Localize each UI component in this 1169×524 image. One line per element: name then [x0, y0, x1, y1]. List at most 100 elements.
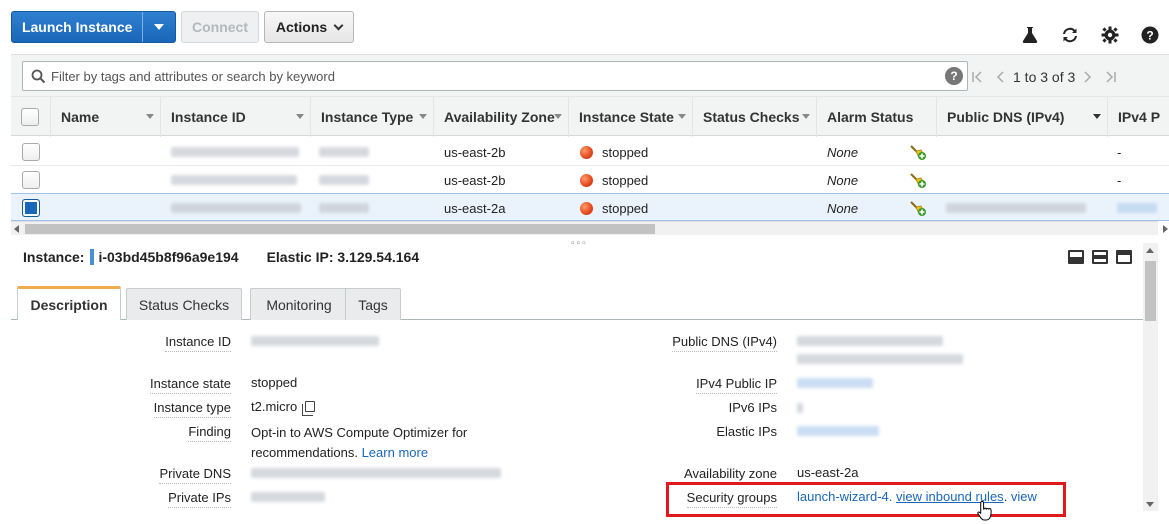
- row-checkbox[interactable]: [22, 138, 40, 166]
- col-status-checks-label: Status Checks: [703, 109, 800, 125]
- zone-cell: us-east-2b: [444, 144, 506, 160]
- instance-type-cell: [319, 194, 369, 222]
- row-checkbox[interactable]: [22, 194, 40, 222]
- ipv4-public-ip-label: IPv4 Public IP: [696, 376, 777, 394]
- ipv4-public-ip-value: [797, 378, 873, 388]
- ipv4-cell: [1117, 194, 1157, 222]
- help-icon[interactable]: ?: [1139, 24, 1161, 46]
- scrollbar-thumb[interactable]: [25, 224, 655, 234]
- private-ips-value: [251, 492, 325, 502]
- table-row[interactable]: us-east-2b stopped None -: [11, 138, 1169, 166]
- detail-header: Instance: i-03bd45b8f96a9e194 Elastic IP…: [23, 249, 419, 265]
- pagination: 1 to 3 of 3: [971, 68, 1117, 86]
- next-page-icon[interactable]: [1081, 70, 1093, 84]
- stopped-icon: [580, 145, 593, 159]
- ec2-console: Launch Instance Connect Actions ? Filter…: [0, 0, 1169, 524]
- public-dns-cell: [946, 194, 1086, 222]
- sort-icon: [678, 114, 686, 119]
- search-icon: [31, 69, 46, 84]
- instance-color-bar: [90, 249, 95, 265]
- search-input[interactable]: Filter by tags and attributes or search …: [22, 61, 968, 91]
- connect-button[interactable]: Connect: [181, 11, 259, 43]
- horizontal-scrollbar[interactable]: [11, 221, 1168, 235]
- col-status-checks[interactable]: Status Checks: [693, 97, 817, 137]
- resize-grip-icon[interactable]: ▫▫▫: [571, 238, 588, 249]
- instance-type-cell: [319, 138, 369, 166]
- select-all-cell: [11, 97, 51, 137]
- col-instance-state[interactable]: Instance State: [569, 97, 693, 137]
- finding-text-2: recommendations.: [251, 445, 358, 460]
- table-row[interactable]: us-east-2b stopped None -: [11, 166, 1169, 194]
- last-page-icon[interactable]: [1103, 70, 1117, 84]
- detail-tabs: Description Status Checks Monitoring Tag…: [11, 286, 1146, 320]
- gear-icon[interactable]: [1099, 24, 1121, 46]
- pager-text: 1 to 3 of 3: [1013, 69, 1076, 85]
- add-alarm-icon[interactable]: [909, 138, 927, 166]
- ipv6-ips-label: IPv6 IPs: [728, 400, 777, 415]
- instance-id-cell: [171, 166, 297, 194]
- scroll-right-icon[interactable]: [1163, 225, 1168, 233]
- tab-status-checks[interactable]: Status Checks: [126, 288, 242, 320]
- tab-description[interactable]: Description: [17, 286, 121, 320]
- scroll-up-icon[interactable]: [1146, 248, 1154, 253]
- launch-instance-button[interactable]: Launch Instance: [11, 11, 176, 43]
- scroll-left-icon[interactable]: [14, 225, 19, 233]
- col-availability-zone[interactable]: Availability Zone: [434, 97, 569, 137]
- col-instance-id[interactable]: Instance ID: [161, 97, 311, 137]
- tab-monitoring[interactable]: Monitoring: [250, 288, 348, 320]
- highlight-box: [666, 482, 1066, 517]
- instance-id-value: [251, 336, 379, 346]
- finding-text-line1: Opt-in to AWS Compute Optimizer for: [251, 425, 468, 440]
- vertical-scrollbar[interactable]: [1143, 243, 1158, 511]
- instance-state-label: Instance state: [150, 376, 231, 394]
- availability-zone-label: Availability zone: [684, 466, 777, 481]
- learn-more-link[interactable]: Learn more: [362, 445, 428, 460]
- instance-type-cell: [319, 166, 369, 194]
- flask-icon[interactable]: [1019, 24, 1041, 46]
- layout-split-icon[interactable]: [1092, 250, 1108, 264]
- public-dns-value: [797, 336, 963, 364]
- tab-tags[interactable]: Tags: [345, 288, 401, 320]
- instance-heading-label: Instance:: [23, 249, 85, 265]
- col-name[interactable]: Name: [51, 97, 161, 137]
- actions-button[interactable]: Actions: [264, 11, 354, 43]
- col-name-label: Name: [61, 109, 100, 125]
- table-row-selected[interactable]: us-east-2a stopped None: [11, 193, 1169, 221]
- state-cell: stopped: [580, 138, 648, 166]
- select-all-checkbox[interactable]: [21, 108, 39, 126]
- col-availability-zone-label: Availability Zone: [444, 109, 555, 125]
- copy-icon[interactable]: [302, 401, 316, 416]
- search-help-icon[interactable]: ?: [945, 67, 963, 85]
- launch-dropdown-button[interactable]: [142, 12, 175, 42]
- sort-icon: [554, 114, 562, 119]
- scroll-down-icon[interactable]: [1146, 502, 1154, 507]
- zone-cell: us-east-2b: [444, 172, 506, 188]
- layout-top-icon[interactable]: [1116, 250, 1132, 264]
- col-public-dns[interactable]: Public DNS (IPv4): [937, 97, 1108, 137]
- alarm-cell: None: [827, 144, 859, 160]
- row-checkbox[interactable]: [22, 166, 40, 194]
- add-alarm-icon[interactable]: [909, 194, 927, 222]
- instance-type-label: Instance type: [153, 400, 231, 418]
- col-instance-type[interactable]: Instance Type: [311, 97, 434, 137]
- finding-label: Finding: [188, 424, 231, 442]
- col-alarm-status[interactable]: Alarm Status: [817, 97, 937, 137]
- instance-id-cell: [171, 194, 301, 222]
- finding-text-line2: recommendations. Learn more: [251, 443, 467, 463]
- private-dns-label: Private DNS: [159, 466, 231, 484]
- instance-type-text: t2.micro: [251, 399, 298, 414]
- first-page-icon[interactable]: [971, 70, 985, 84]
- elastic-ips-label: Elastic IPs: [716, 424, 777, 439]
- elastic-ip-heading: Elastic IP: 3.129.54.164: [266, 249, 420, 265]
- col-ipv4-public[interactable]: IPv4 P: [1108, 97, 1169, 137]
- col-instance-type-label: Instance Type: [321, 109, 414, 125]
- alarm-cell: None: [827, 172, 859, 188]
- ipv6-ips-value: [797, 403, 803, 413]
- refresh-icon[interactable]: [1059, 24, 1081, 46]
- layout-bottom-icon[interactable]: [1068, 250, 1084, 264]
- add-alarm-icon[interactable]: [909, 166, 927, 194]
- col-instance-id-label: Instance ID: [171, 109, 246, 125]
- chevron-down-icon: [333, 20, 344, 30]
- scrollbar-thumb[interactable]: [1145, 261, 1156, 321]
- prev-page-icon[interactable]: [995, 70, 1007, 84]
